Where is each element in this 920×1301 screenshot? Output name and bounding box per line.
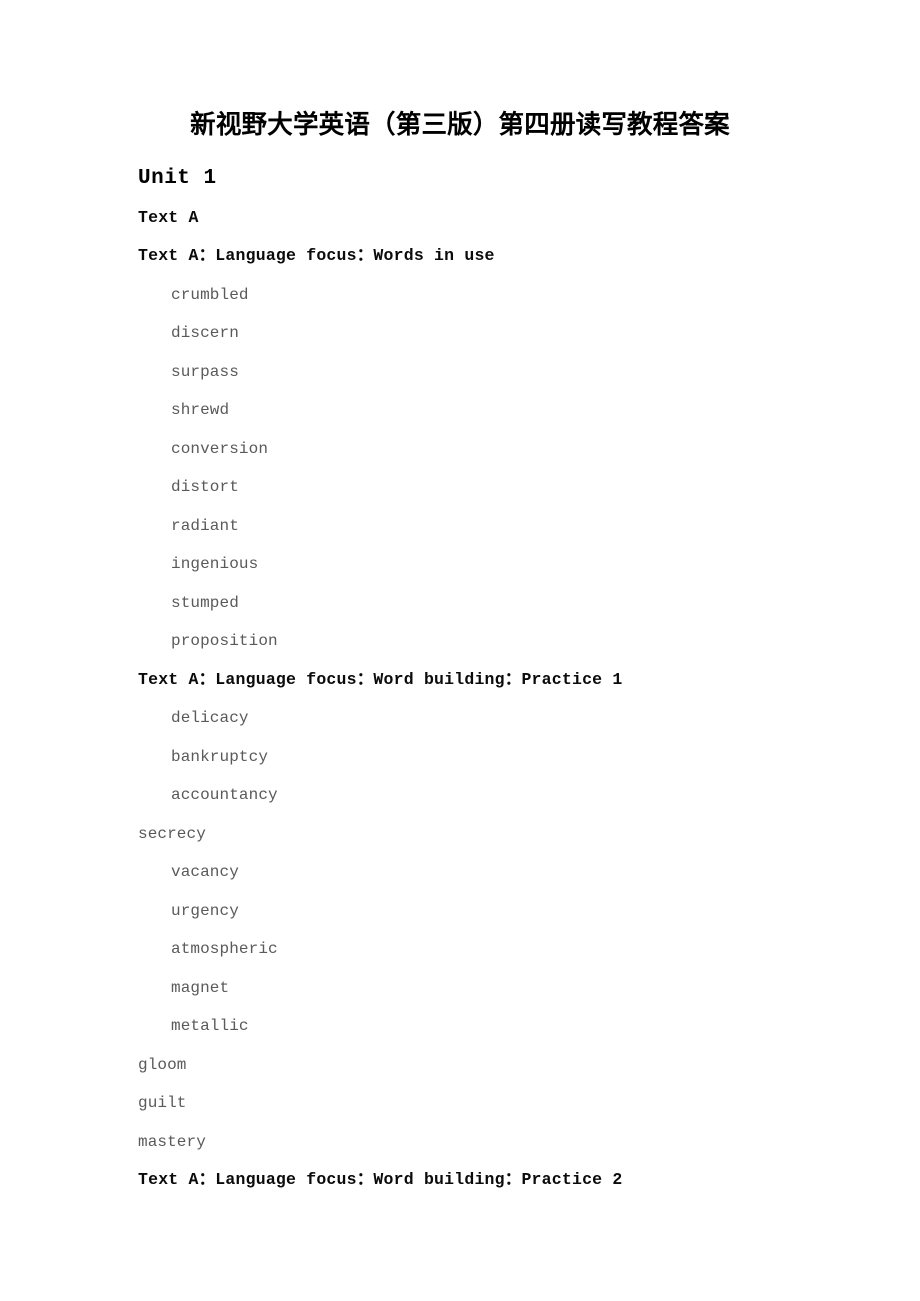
answer-word-item: discern <box>171 324 239 342</box>
section-header: Text A：Language focus：Words in use <box>138 246 495 265</box>
answer-content-list: Text A Text A：Language focus：Words in use… <box>138 199 838 1200</box>
unit-heading: Unit 1 <box>138 167 217 190</box>
answer-word-item: bankruptcy <box>171 747 269 766</box>
document-body: Unit 1 Text A Text A：Language focus：Words… <box>138 160 838 1200</box>
page-title: 新视野大学英语（第三版）第四册读写教程答案 <box>190 110 730 140</box>
answer-word-item: mastery <box>138 1132 206 1151</box>
answer-word-item: magnet <box>171 978 230 997</box>
section-header: Text A：Language focus：Word building：Prac… <box>138 1170 623 1189</box>
answer-word-item: atmospheric <box>171 940 278 958</box>
answer-word-item: conversion <box>171 439 269 458</box>
answer-word-item: accountancy <box>171 786 278 804</box>
section-header: Text A：Language focus：Word building：Prac… <box>138 669 623 689</box>
answer-word-item: delicacy <box>171 709 249 727</box>
answer-word-item: proposition <box>171 632 278 650</box>
answer-word-item: radiant <box>171 516 239 535</box>
answer-word-item: gloom <box>138 1055 187 1074</box>
answer-word-item: secrecy <box>138 824 206 843</box>
answer-word-item: crumbled <box>171 285 249 304</box>
answer-word-item: distort <box>171 478 239 496</box>
section-header: Text A <box>138 207 199 227</box>
answer-word-item: guilt <box>138 1094 187 1112</box>
answer-word-item: urgency <box>171 901 239 920</box>
answer-word-item: ingenious <box>171 555 259 573</box>
answer-word-item: surpass <box>171 362 239 381</box>
answer-word-item: vacancy <box>171 863 239 881</box>
document-page: 新视野大学英语（第三版）第四册读写教程答案 Unit 1 Text A Text … <box>0 0 920 1301</box>
answer-word-item: stumped <box>171 593 239 612</box>
answer-word-item: shrewd <box>171 401 230 419</box>
answer-word-item: metallic <box>171 1017 249 1035</box>
